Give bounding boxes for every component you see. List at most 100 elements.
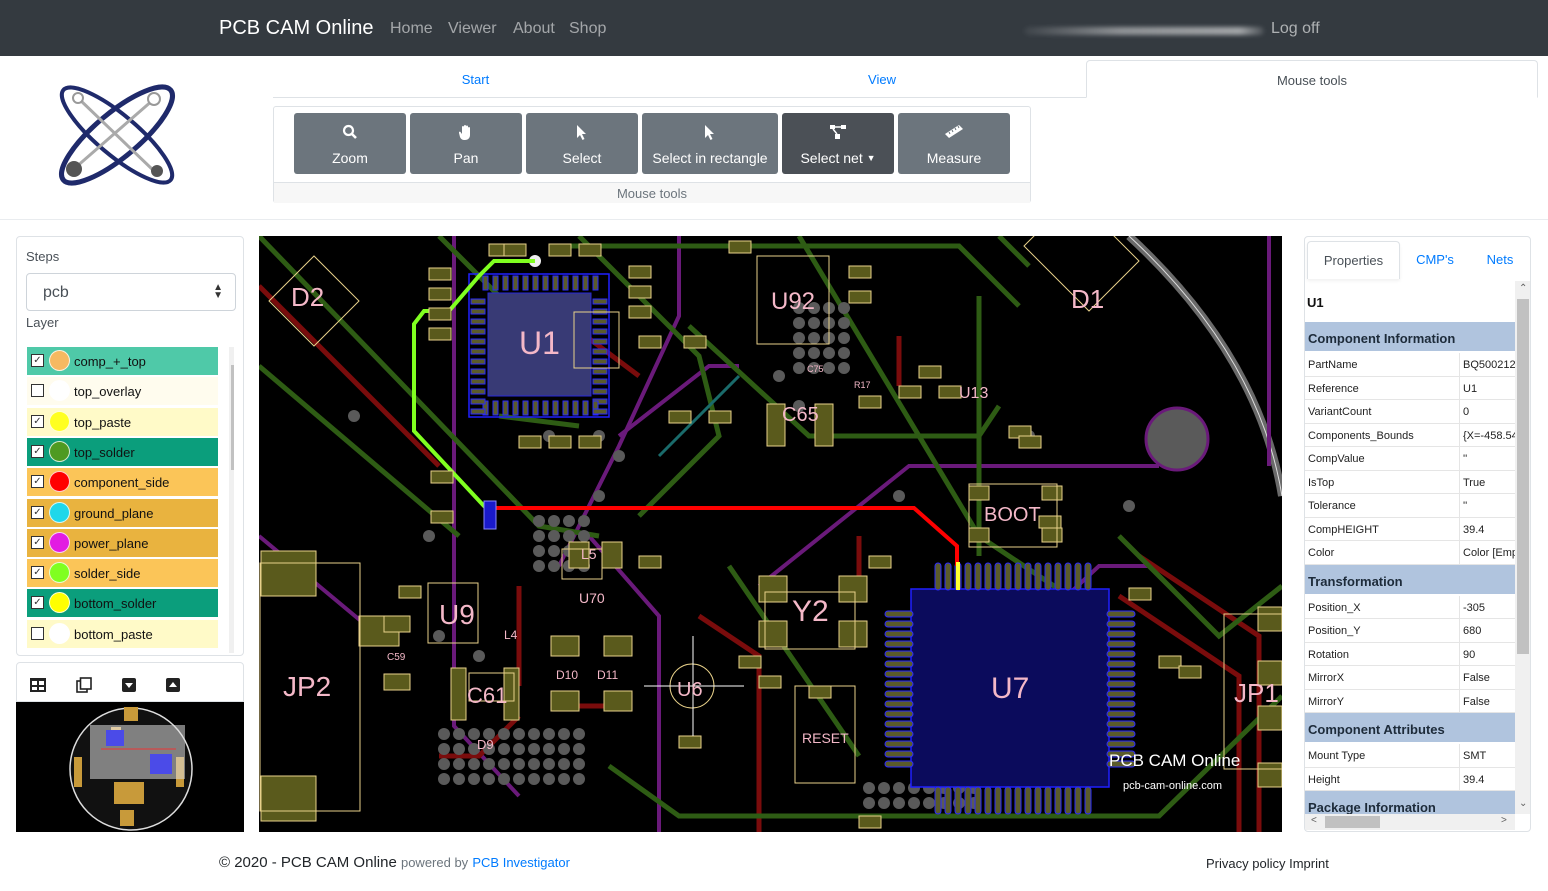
scroll-up-icon[interactable]: ⌃ bbox=[229, 349, 234, 360]
pan-button[interactable]: Pan bbox=[410, 113, 522, 174]
nav-home[interactable]: Home bbox=[390, 20, 433, 38]
pcb-investigator-link[interactable]: PCB Investigator bbox=[472, 855, 570, 870]
tab-properties[interactable]: Properties bbox=[1307, 241, 1400, 279]
property-row[interactable]: Position_Y 680 bbox=[1305, 619, 1515, 643]
nav-shop[interactable]: Shop bbox=[569, 20, 606, 38]
property-row[interactable]: Position_X -305 bbox=[1305, 595, 1515, 619]
logoff-link[interactable]: Log off bbox=[1271, 20, 1320, 38]
layer-checkbox[interactable]: ✓ bbox=[31, 535, 44, 549]
component-label: U6 bbox=[677, 679, 703, 701]
property-row[interactable]: CompValue '' bbox=[1305, 447, 1515, 471]
privacy-policy-link[interactable]: Privacy policy bbox=[1206, 856, 1285, 871]
layer-list-scrollbar[interactable]: ⌃ ⌄ bbox=[229, 347, 234, 653]
property-row[interactable]: Reference U1 bbox=[1305, 376, 1515, 400]
layer-row-bottom-solder[interactable]: ✓ bottom_solder bbox=[27, 589, 218, 618]
select-button[interactable]: Select bbox=[526, 113, 638, 174]
property-row[interactable]: CompHEIGHT 39.4 bbox=[1305, 517, 1515, 541]
layer-row-top-solder[interactable]: ✓ top_solder bbox=[27, 437, 218, 466]
property-row[interactable]: Color Color [Empty] bbox=[1305, 541, 1515, 565]
tab-view[interactable]: View bbox=[678, 60, 1086, 98]
property-row[interactable]: IsTop True bbox=[1305, 470, 1515, 494]
layer-color-swatch[interactable] bbox=[49, 501, 70, 523]
layer-color-swatch[interactable] bbox=[49, 350, 70, 371]
scroll-thumb[interactable] bbox=[231, 365, 234, 470]
pcb-canvas[interactable]: PCB CAM Online pcb-cam-online.com D2 U1 U9… bbox=[259, 236, 1282, 832]
layer-checkbox[interactable]: ✓ bbox=[31, 414, 44, 428]
layer-color-swatch[interactable] bbox=[49, 380, 70, 402]
layer-row-solder-side[interactable]: ✓ solder_side bbox=[27, 559, 218, 588]
property-row[interactable]: Mount Type SMT bbox=[1305, 744, 1515, 768]
scroll-left-icon[interactable]: < bbox=[1311, 815, 1317, 826]
property-row[interactable]: PartName BQ500212... bbox=[1305, 353, 1515, 377]
scroll-thumb[interactable] bbox=[1517, 299, 1529, 654]
imprint-link[interactable]: Imprint bbox=[1289, 856, 1329, 871]
layer-checkbox[interactable]: ✓ bbox=[31, 566, 44, 580]
layer-checkbox[interactable]: ✓ bbox=[31, 354, 44, 367]
property-row[interactable]: Tolerance '' bbox=[1305, 494, 1515, 518]
layer-row-bottom-paste[interactable]: bottom_paste bbox=[27, 619, 218, 648]
layer-row-component-side[interactable]: ✓ component_side bbox=[27, 468, 218, 497]
component-label: R17 bbox=[854, 380, 871, 390]
property-row[interactable]: VariantCount 0 bbox=[1305, 400, 1515, 424]
property-group-header[interactable]: Transformation bbox=[1305, 564, 1515, 594]
property-group-header[interactable]: Package Information bbox=[1305, 791, 1515, 814]
layer-checkbox[interactable]: ✓ bbox=[31, 596, 44, 610]
tab-nets[interactable]: Nets bbox=[1470, 241, 1530, 279]
layer-checkbox[interactable] bbox=[31, 626, 44, 640]
layer-checkbox[interactable]: ✓ bbox=[31, 475, 44, 489]
tab-mouse-tools[interactable]: Mouse tools bbox=[1086, 60, 1538, 98]
caret-down-box-icon[interactable] bbox=[121, 677, 137, 693]
layer-color-swatch[interactable] bbox=[49, 622, 70, 644]
layer-color-swatch[interactable] bbox=[49, 471, 70, 493]
scroll-right-icon[interactable]: > bbox=[1501, 815, 1507, 826]
property-row[interactable]: Rotation 90 bbox=[1305, 642, 1515, 666]
layer-color-swatch[interactable] bbox=[49, 410, 70, 432]
properties-vertical-scrollbar[interactable]: ⌃ ⌄ bbox=[1515, 281, 1530, 814]
property-row[interactable]: MirrorY False bbox=[1305, 689, 1515, 713]
layer-color-swatch[interactable] bbox=[49, 440, 70, 462]
select-net-button[interactable]: Select net ▼ bbox=[782, 113, 894, 174]
layer-color-swatch[interactable] bbox=[49, 562, 70, 584]
layer-row-top-overlay[interactable]: top_overlay bbox=[27, 377, 218, 406]
property-group-header[interactable]: Component Information bbox=[1305, 322, 1515, 351]
minimap[interactable] bbox=[16, 702, 244, 832]
zoom-button[interactable]: Zoom bbox=[294, 113, 406, 174]
layer-color-swatch[interactable] bbox=[49, 531, 70, 553]
layer-checkbox[interactable]: ✓ bbox=[31, 444, 44, 458]
property-row[interactable]: Height 39.4 bbox=[1305, 767, 1515, 791]
scroll-down-icon[interactable]: ⌄ bbox=[229, 637, 234, 648]
select-in-rectangle-button[interactable]: Select in rectangle bbox=[642, 113, 778, 174]
scroll-down-icon[interactable]: ⌄ bbox=[1519, 798, 1527, 809]
scroll-thumb[interactable] bbox=[1325, 816, 1380, 828]
layer-row-comp-top[interactable]: ✓ comp_+_top bbox=[27, 347, 218, 375]
property-value: False bbox=[1463, 695, 1490, 708]
property-row[interactable]: Components_Bounds {X=-458.54 bbox=[1305, 423, 1515, 447]
layer-row-ground-plane[interactable]: ✓ ground_plane bbox=[27, 498, 218, 527]
property-group-header[interactable]: Component Attributes bbox=[1305, 713, 1515, 742]
layer-name: component_side bbox=[74, 475, 170, 491]
properties-horizontal-scrollbar[interactable]: < > bbox=[1305, 814, 1515, 830]
layer-checkbox[interactable] bbox=[31, 384, 44, 398]
tab-cmps[interactable]: CMP's bbox=[1400, 241, 1470, 279]
property-key: CompHEIGHT bbox=[1308, 523, 1379, 536]
nav-viewer[interactable]: Viewer bbox=[448, 20, 497, 38]
property-key: PartName bbox=[1308, 359, 1358, 371]
footer-copyright: © 2020 - PCB CAM Online powered by PCB I… bbox=[219, 854, 570, 871]
scroll-up-icon[interactable]: ⌃ bbox=[1519, 283, 1527, 294]
steps-select[interactable]: pcb ▲ ▼ bbox=[26, 273, 236, 311]
nav-about[interactable]: About bbox=[513, 20, 555, 38]
copy-icon[interactable] bbox=[76, 677, 92, 693]
grid-icon[interactable] bbox=[30, 677, 46, 693]
layer-name: ground_plane bbox=[74, 505, 154, 521]
layer-checkbox[interactable]: ✓ bbox=[31, 505, 44, 519]
layer-color-swatch[interactable] bbox=[49, 592, 70, 614]
measure-button[interactable]: Measure bbox=[898, 113, 1010, 174]
caret-up-box-icon[interactable] bbox=[165, 677, 181, 693]
brand-link[interactable]: PCB CAM Online bbox=[219, 17, 374, 40]
layer-row-power-plane[interactable]: ✓ power_plane bbox=[27, 528, 218, 557]
property-row[interactable]: MirrorX False bbox=[1305, 666, 1515, 690]
property-key: Color bbox=[1308, 547, 1335, 559]
tab-start[interactable]: Start bbox=[273, 60, 678, 98]
property-key: CompValue bbox=[1308, 453, 1365, 465]
layer-row-top-paste[interactable]: ✓ top_paste bbox=[27, 407, 218, 436]
